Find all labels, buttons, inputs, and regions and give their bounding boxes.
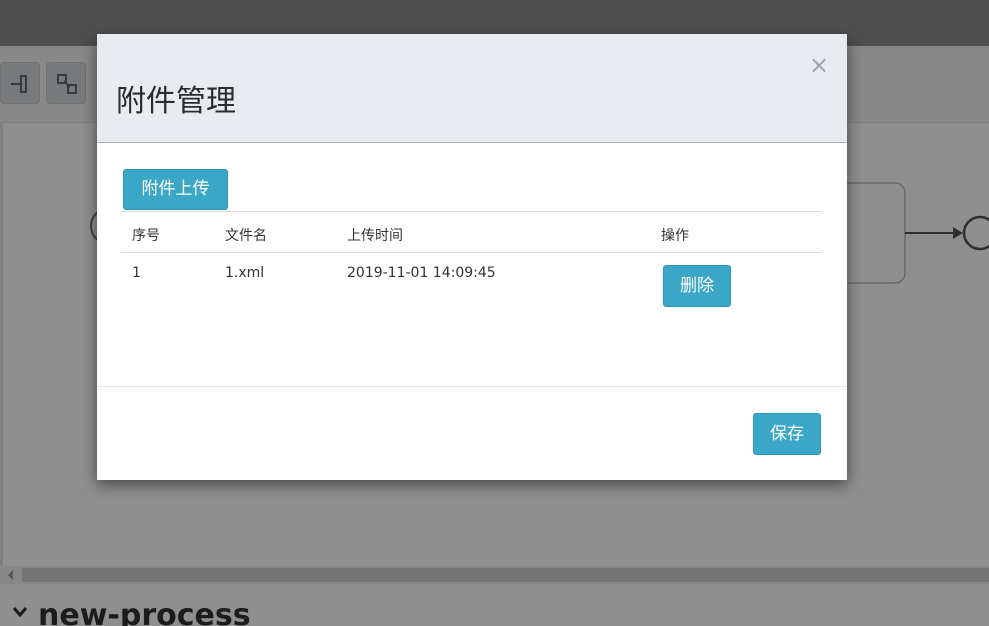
header-actions: 操作: [661, 228, 689, 244]
header-index: 序号: [132, 228, 160, 244]
upload-attachment-button[interactable]: 附件上传: [123, 169, 228, 210]
modal-title: 附件管理: [116, 84, 236, 119]
app-root: new-process 附件管理 × 附件上传 序号 文件名 上传时间 操作 1…: [0, 0, 989, 626]
attachment-manager-dialog: 附件管理 × 附件上传 序号 文件名 上传时间 操作 1 1.xml 2019-…: [97, 34, 847, 480]
cell-index: 1: [132, 265, 141, 281]
save-button[interactable]: 保存: [753, 413, 821, 455]
cell-filename: 1.xml: [225, 265, 265, 281]
modal-header: 附件管理 ×: [97, 34, 847, 143]
cell-upload-time: 2019-11-01 14:09:45: [347, 265, 496, 281]
table-header-row: 序号 文件名 上传时间 操作: [121, 211, 822, 253]
close-icon[interactable]: ×: [809, 52, 829, 78]
header-upload-time: 上传时间: [347, 228, 403, 244]
delete-attachment-button[interactable]: 删除: [663, 265, 731, 307]
footer-divider: [97, 386, 847, 387]
header-filename: 文件名: [225, 228, 267, 244]
